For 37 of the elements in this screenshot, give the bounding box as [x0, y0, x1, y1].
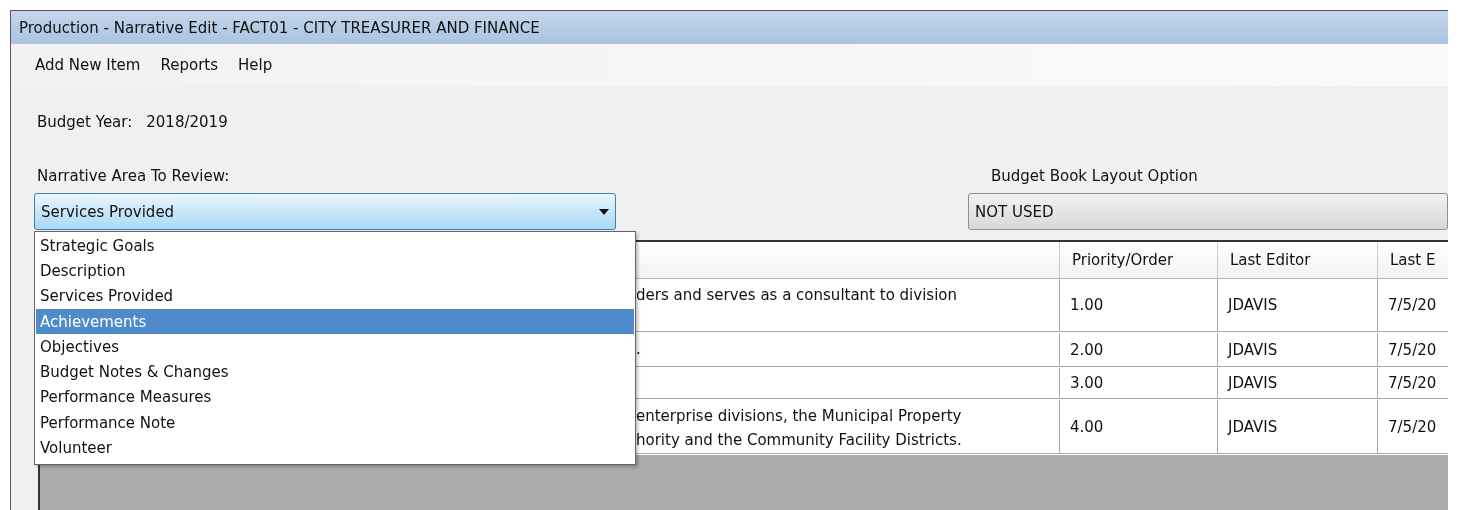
dropdown-option[interactable]: Budget Notes & Changes [36, 359, 634, 385]
layout-option-label: Budget Book Layout Option [990, 166, 1198, 185]
dropdown-option[interactable]: Description [36, 258, 634, 284]
caret-icon [599, 208, 609, 215]
dropdown-option[interactable]: Objectives [36, 334, 634, 360]
column-header[interactable]: Last Editor [1218, 242, 1378, 279]
table-cell: JDAVIS [1218, 333, 1378, 367]
column-header[interactable] [636, 242, 1060, 279]
menu-item[interactable]: Reports [150, 52, 228, 78]
dropdown-option[interactable]: Volunteer [36, 435, 634, 461]
dropdown-option[interactable]: Achievements [36, 308, 634, 335]
dropdown-option[interactable]: Performance Note [36, 410, 634, 436]
table-cell: 7/5/20 [1378, 400, 1448, 454]
table-cell: . [636, 333, 1060, 367]
table-cell: 2.00 [1060, 333, 1218, 367]
table-cell: ders and serves as a consultant to division [636, 279, 1060, 332]
dropdown-option[interactable]: Services Provided [36, 283, 634, 309]
window-title: Production - Narrative Edit - FACT01 - CITY TREASURER AND FINANCE [11, 11, 1448, 44]
table-cell: 7/5/20 [1378, 279, 1448, 332]
table-cell: JDAVIS [1218, 279, 1378, 332]
table-cell: 3.00 [1060, 368, 1218, 399]
budget-year-label: Budget Year: [37, 113, 133, 131]
narrative-area-label: Narrative Area To Review: [37, 166, 230, 185]
dropdown-option[interactable]: Performance Measures [36, 384, 634, 411]
table-cell: 1.00 [1060, 279, 1218, 332]
column-header[interactable]: Priority/Order [1060, 242, 1218, 279]
budget-year-value: 2018/2019 [146, 113, 228, 131]
table-cell: JDAVIS [1218, 368, 1378, 399]
table-cell: 4.00 [1060, 400, 1218, 454]
table-cell: 7/5/20 [1378, 333, 1448, 367]
menu-item[interactable]: Help [228, 52, 283, 78]
table-cell: JDAVIS [1218, 400, 1378, 454]
menu-item[interactable]: Add New Item [25, 52, 151, 78]
layout-option-dropdown[interactable]: NOT USED [968, 193, 1448, 230]
narrative-area-dropdown[interactable]: Services Provided [34, 193, 616, 230]
table-cell: 7/5/20 [1378, 368, 1448, 399]
dropdown-option[interactable]: Strategic Goals [36, 233, 634, 259]
